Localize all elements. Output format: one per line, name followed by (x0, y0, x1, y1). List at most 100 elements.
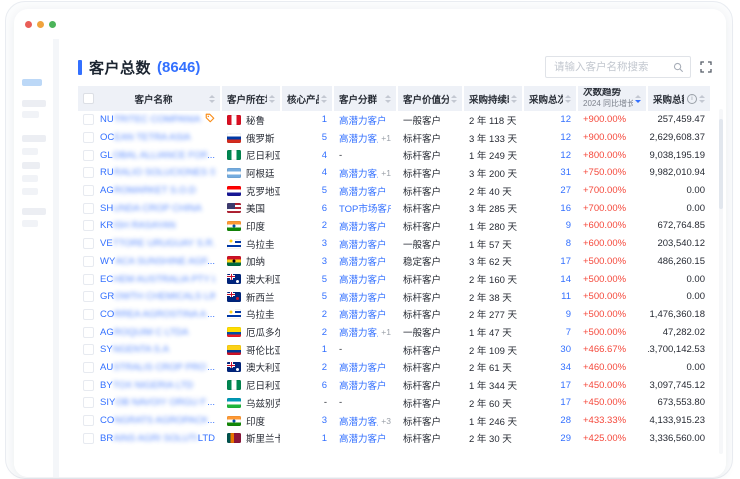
total-purchases-link[interactable]: 30 (560, 344, 571, 355)
customer-name-link[interactable]: SYNGENTA S.A (100, 344, 215, 355)
customer-name-link[interactable]: BRAINS AGRI SOLUTIONS PVT LTD (100, 433, 215, 444)
row-checkbox[interactable] (83, 309, 94, 320)
sort-icon[interactable] (511, 95, 517, 103)
table-row[interactable]: GROWTH CHEMICALS LIMITED新西兰5高潜力客户标杆客户2 年… (78, 288, 710, 306)
core-products-link[interactable]: 6 (322, 203, 327, 214)
segment-link[interactable]: 高潜力客户 (339, 378, 387, 392)
core-products-link[interactable]: 3 (322, 415, 327, 426)
window-minimize-button[interactable] (37, 21, 44, 28)
core-products-link[interactable]: 3 (322, 238, 327, 249)
column-header-tier[interactable]: 客户价值分层 (398, 86, 462, 111)
row-checkbox[interactable] (83, 167, 94, 178)
column-header-duration[interactable]: 采购持续时间 (464, 86, 522, 111)
sort-icon[interactable] (269, 95, 275, 103)
segment-link[interactable]: 高潜力客户 (339, 113, 387, 127)
column-header-name[interactable]: 客户名称 (78, 86, 220, 111)
total-purchases-link[interactable]: 34 (560, 362, 571, 373)
core-products-link[interactable]: 3 (322, 256, 327, 267)
core-products-link[interactable]: 4 (322, 167, 327, 178)
total-purchases-link[interactable]: 14 (560, 274, 571, 285)
sort-icon[interactable] (321, 95, 327, 103)
total-purchases-link[interactable]: 29 (560, 433, 571, 444)
segment-link[interactable]: 高潜力客户 (339, 219, 387, 233)
core-products-link[interactable]: 5 (322, 132, 327, 143)
table-row[interactable]: SHUNDA CROP CHINA美国6TOP市场客户标杆客户3 年 285 天… (78, 199, 710, 217)
row-checkbox[interactable] (83, 238, 94, 249)
sort-icon[interactable] (635, 95, 641, 103)
table-row[interactable]: AGROMARKET S.O.D克罗地亚5高潜力客户标杆客户2 年 40 天27… (78, 182, 710, 200)
customer-name-link[interactable]: AUSTRALIS CROP PROTECTION P... (100, 362, 215, 373)
customer-name-link[interactable]: AGROQUIM C LTDA (100, 327, 215, 338)
table-row[interactable]: CONGRATS AGROPACK PRIVATE...印度3高潜力客户+3标杆… (78, 412, 710, 430)
row-checkbox[interactable] (83, 256, 94, 267)
table-row[interactable]: SYNGENTA S.A哥伦比亚1-标杆客户2 年 109 天30+466.67… (78, 341, 710, 359)
select-all-checkbox[interactable] (83, 93, 94, 104)
segment-link[interactable]: 高潜力客户 (339, 184, 387, 198)
segment-link[interactable]: 高潜力客户 (339, 325, 378, 339)
table-row[interactable]: AGROQUIM C LTDA厄瓜多尔2高潜力客户+1一般客户1 年 47 天7… (78, 323, 710, 341)
total-purchases-link[interactable]: 17 (560, 380, 571, 391)
table-row[interactable]: RURALIO SOLUCIONES S.A阿根廷4高潜力客户+1标杆客户3 年… (78, 164, 710, 182)
core-products-link[interactable]: 2 (322, 309, 327, 320)
table-row[interactable]: KRISH RASAYAN印度2高潜力客户标杆客户1 年 280 天9+600.… (78, 217, 710, 235)
total-purchases-link[interactable]: 31 (560, 167, 571, 178)
row-checkbox[interactable] (83, 203, 94, 214)
sort-icon[interactable] (209, 95, 215, 103)
row-checkbox[interactable] (83, 274, 94, 285)
core-products-link[interactable]: 2 (322, 327, 327, 338)
total-purchases-link[interactable]: 12 (560, 150, 571, 161)
row-checkbox[interactable] (83, 397, 94, 408)
customer-name-link[interactable]: BYTOX NIGERIA LTD (100, 380, 215, 391)
table-row[interactable]: CORREA AGROSTINA ALIADO R...乌拉圭2高潜力客户标杆客… (78, 306, 710, 324)
segment-link[interactable]: 高潜力客户 (339, 414, 378, 428)
total-purchases-link[interactable]: 12 (560, 114, 571, 125)
row-checkbox[interactable] (83, 380, 94, 391)
customer-name-link[interactable]: VETTORE URUGUAY S.R.L (100, 238, 215, 249)
segment-link[interactable]: 高潜力客户 (339, 237, 387, 251)
window-close-button[interactable] (25, 21, 32, 28)
row-checkbox[interactable] (83, 220, 94, 231)
core-products-link[interactable]: 1 (322, 433, 327, 444)
row-checkbox[interactable] (83, 291, 94, 302)
customer-name-link[interactable]: RURALIO SOLUCIONES S.A (100, 167, 215, 178)
total-purchases-link[interactable]: 27 (560, 185, 571, 196)
row-checkbox[interactable] (83, 132, 94, 143)
table-row[interactable]: SIYOB NAVOIY ORGU FERMER X...乌兹别克斯坦--标杆客… (78, 394, 710, 412)
column-header-total[interactable]: 采购总额 (648, 86, 710, 111)
total-purchases-link[interactable]: 17 (560, 256, 571, 267)
column-header-products[interactable]: 核心产品 (282, 86, 332, 111)
core-products-link[interactable]: 4 (322, 150, 327, 161)
row-checkbox[interactable] (83, 344, 94, 355)
customer-name-link[interactable]: CONGRATS AGROPACK PRIVATE... (100, 415, 215, 426)
search-input[interactable] (552, 60, 673, 74)
segment-link[interactable]: 高潜力客户 (339, 307, 387, 321)
row-checkbox[interactable] (83, 185, 94, 196)
total-purchases-link[interactable]: 28 (560, 415, 571, 426)
customer-name-link[interactable]: CORREA AGROSTINA ALIADO R... (100, 309, 215, 320)
column-header-trend[interactable]: 次数趋势2024 同比增长率 (578, 86, 646, 111)
total-purchases-link[interactable]: 16 (560, 203, 571, 214)
table-row[interactable]: BRAINS AGRI SOLUTIONS PVT LTD斯里兰卡1高潜力客户标… (78, 429, 710, 447)
core-products-link[interactable]: 5 (322, 185, 327, 196)
search-icon[interactable] (673, 62, 684, 73)
expand-fullscreen-button[interactable] (700, 61, 712, 73)
column-header-purchases[interactable]: 采购总次数 (524, 86, 576, 111)
column-header-location[interactable]: 客户所在地 (222, 86, 280, 111)
window-zoom-button[interactable] (49, 21, 56, 28)
core-products-link[interactable]: 5 (322, 274, 327, 285)
sort-icon[interactable] (451, 95, 457, 103)
column-header-segment[interactable]: 客户分群 (334, 86, 396, 111)
customer-name-link[interactable]: AGROMARKET S.O.D (100, 185, 215, 196)
row-checkbox[interactable] (83, 362, 94, 373)
table-row[interactable]: AUSTRALIS CROP PROTECTION P...澳大利亚2高潜力客户… (78, 359, 710, 377)
row-checkbox[interactable] (83, 327, 94, 338)
table-row[interactable]: BYTOX NIGERIA LTD尼日利亚6高潜力客户标杆客户1 年 344 天… (78, 376, 710, 394)
table-row[interactable]: OCEAN TETRA ASIA俄罗斯5高潜力客户+1标杆客户3 年 133 天… (78, 129, 710, 147)
scrollbar-thumb[interactable] (719, 119, 723, 209)
segment-link[interactable]: 高潜力客户 (339, 131, 378, 145)
row-checkbox[interactable] (83, 415, 94, 426)
segment-link[interactable]: 高潜力客户 (339, 431, 387, 445)
table-row[interactable]: GLOBAL ALLIANCE FOR CHEMICA...尼日利亚4-标杆客户… (78, 146, 710, 164)
total-purchases-link[interactable]: 11 (561, 291, 571, 302)
customer-name-link[interactable]: GLOBAL ALLIANCE FOR CHEMICA... (100, 150, 215, 161)
